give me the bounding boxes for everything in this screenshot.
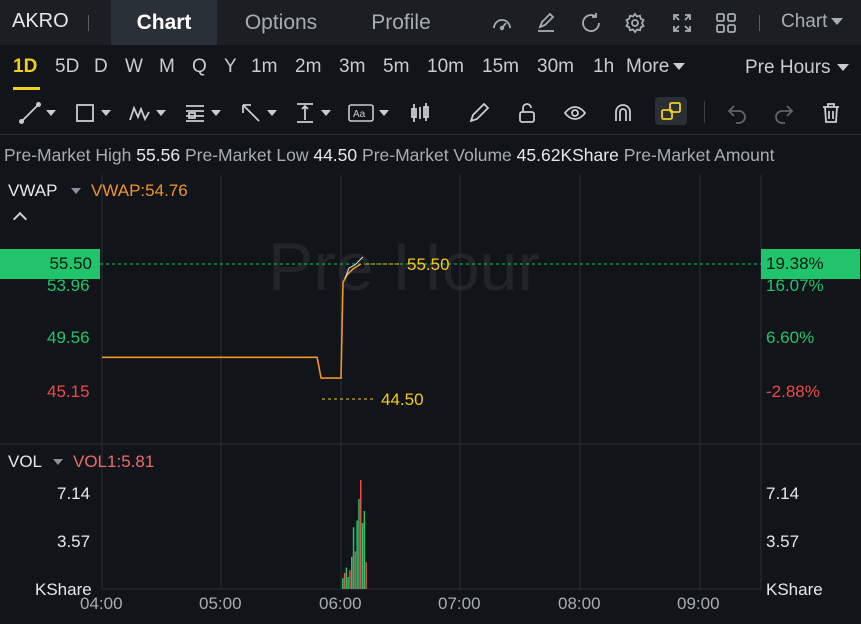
high-price-marker: 55.50 xyxy=(407,255,450,274)
time-axis-label: 06:00 xyxy=(319,594,362,613)
time-axis-label: 05:00 xyxy=(199,594,242,613)
volume-bar xyxy=(365,562,367,589)
vol-axis-label: 3.57 xyxy=(57,532,91,551)
vol-unit-label: KShare xyxy=(766,580,823,599)
volume-bar xyxy=(347,576,349,589)
volume-bar xyxy=(342,578,344,589)
volume-bar xyxy=(360,480,362,589)
volume-bar xyxy=(352,527,355,589)
vol-value: VOL1:5.81 xyxy=(73,452,155,471)
volume-bars xyxy=(342,480,367,589)
price-volume-chart[interactable] xyxy=(0,0,861,624)
vol-axis-label: 7.14 xyxy=(766,484,800,503)
volume-bar xyxy=(356,520,358,589)
low-price-marker: 44.50 xyxy=(381,390,424,409)
vwap-caret-icon[interactable] xyxy=(71,188,81,194)
volume-bar xyxy=(343,572,346,589)
time-axis-label: 08:00 xyxy=(558,594,601,613)
price-axis-label: 49.56 xyxy=(47,328,90,347)
vwap-indicator-label[interactable]: VWAP xyxy=(8,181,57,201)
price-axis-label: 53.96 xyxy=(47,276,90,295)
volume-bar xyxy=(363,511,366,589)
volume-bar xyxy=(345,567,348,589)
time-axis-label: 04:00 xyxy=(80,594,123,613)
vol-caret-icon[interactable] xyxy=(53,459,63,465)
vwap-line xyxy=(102,263,362,379)
vol-axis-label: 3.57 xyxy=(766,532,800,551)
volume-bar xyxy=(349,570,351,589)
price-axis-label: 45.15 xyxy=(47,382,90,401)
chart-lines xyxy=(100,256,761,400)
time-axis-label: 09:00 xyxy=(677,594,720,613)
vol-axis-label: 7.14 xyxy=(57,484,91,503)
volume-bar xyxy=(351,556,353,589)
volume-bar xyxy=(358,498,360,589)
pct-axis-label: 6.60% xyxy=(766,328,815,347)
current-pct-tag: 19.38% xyxy=(761,249,860,279)
pct-axis-label: -2.88% xyxy=(766,382,820,401)
vol-indicator-label[interactable]: VOL xyxy=(8,452,42,472)
vwap-value: VWAP:54.76 xyxy=(91,181,188,200)
pct-axis-label: 16.07% xyxy=(766,276,824,295)
current-price-tag: 55.50 xyxy=(0,249,100,279)
volume-bar xyxy=(361,523,364,589)
time-axis-label: 07:00 xyxy=(438,594,481,613)
chart-grid xyxy=(0,175,861,590)
volume-bar xyxy=(354,551,357,589)
